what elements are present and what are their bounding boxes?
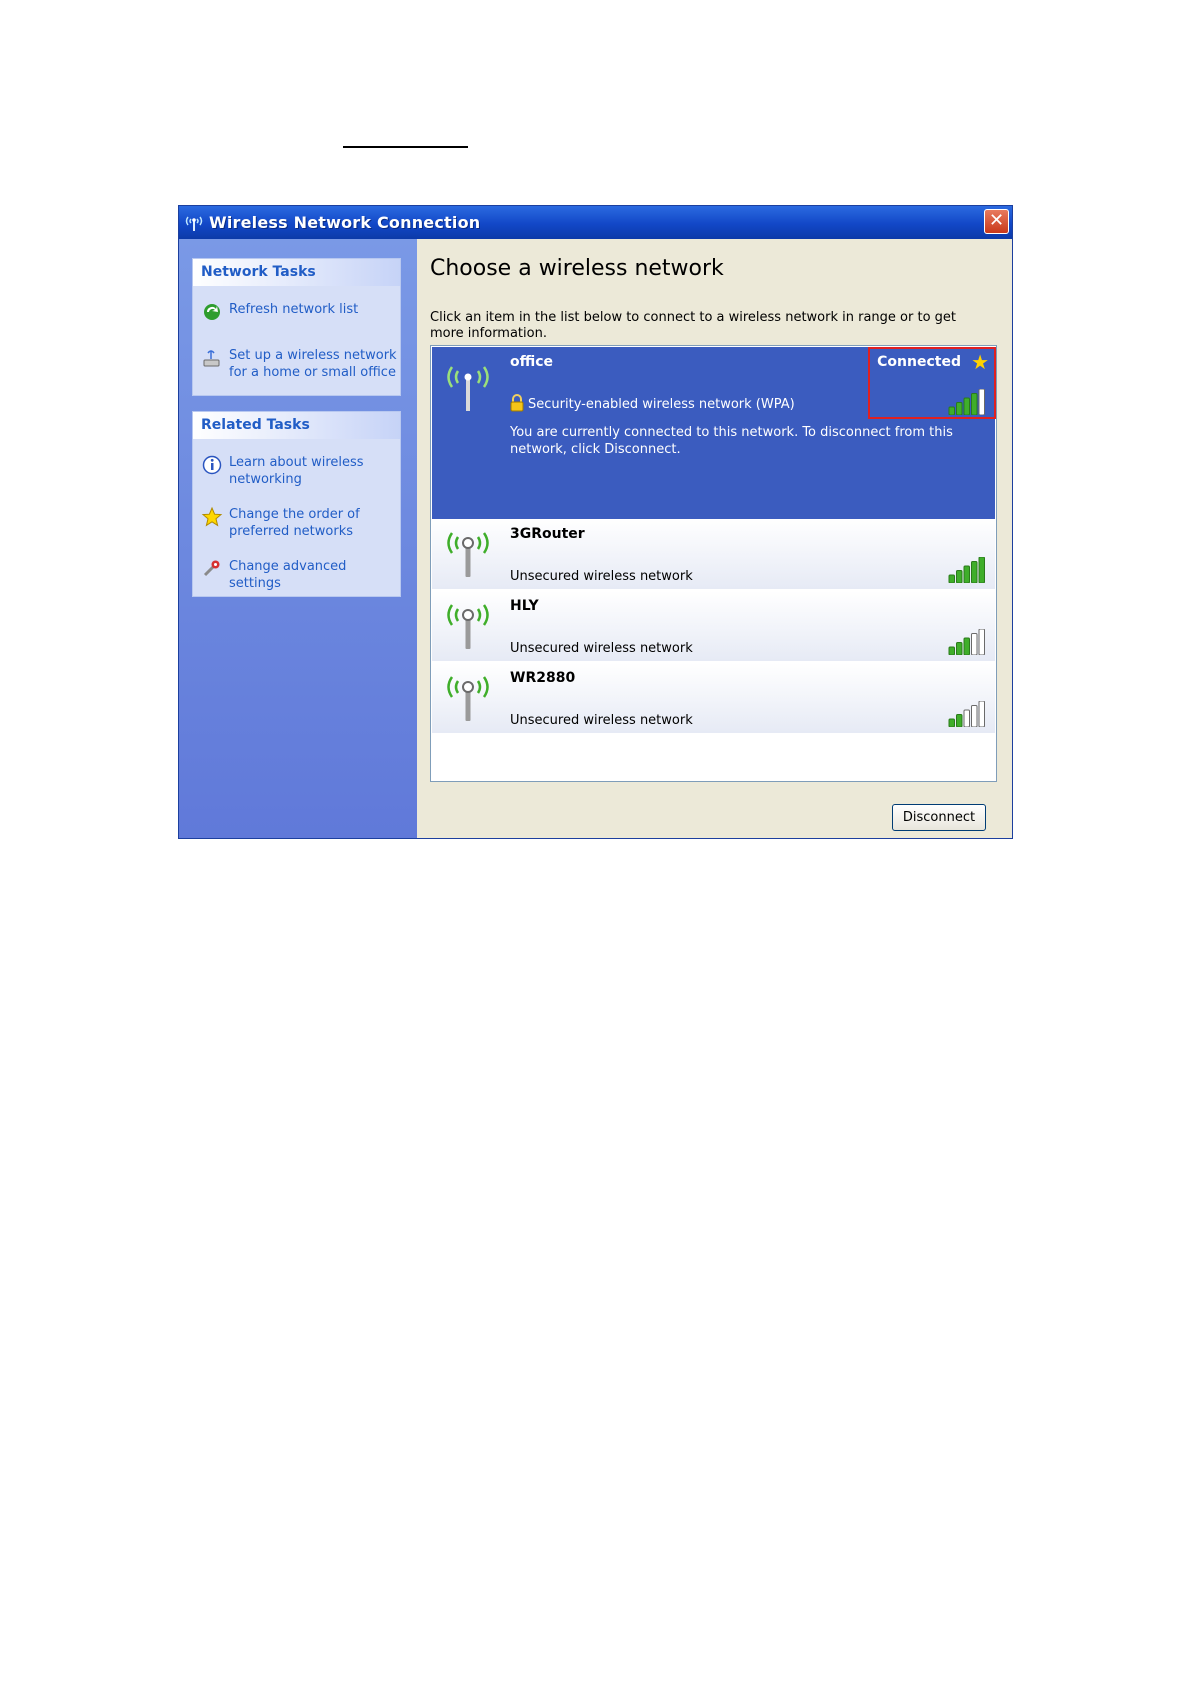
antenna-icon: [447, 532, 489, 577]
network-detail: You are currently connected to this netw…: [510, 425, 953, 457]
network-tasks-header[interactable]: Network Tasks: [193, 259, 400, 286]
wireless-icon: [185, 216, 203, 231]
network-security: Security-enabled wireless network (WPA): [528, 397, 795, 412]
network-item-wr2880[interactable]: WR2880 Unsecured wireless network: [432, 663, 995, 733]
signal-bar: [978, 557, 985, 583]
network-item-hly[interactable]: HLY Unsecured wireless network: [432, 591, 995, 661]
antenna-icon: [447, 676, 489, 721]
underline-mark: [343, 146, 468, 148]
title-bar[interactable]: Wireless Network Connection ✕: [179, 206, 1012, 239]
refresh-network-list-link[interactable]: Refresh network list: [201, 301, 399, 323]
change-order-preferred-link[interactable]: Change the order of preferred networks: [201, 506, 399, 540]
signal-bar: [948, 646, 955, 655]
signal-bar: [971, 561, 978, 583]
disconnect-button[interactable]: Disconnect: [892, 804, 986, 831]
signal-bar: [956, 642, 963, 655]
wireless-connection-window: Wireless Network Connection ✕ Network Ta…: [178, 205, 1013, 839]
signal-bar: [956, 570, 963, 583]
main-content: Choose a wireless network Click an item …: [417, 239, 1012, 838]
signal-strength-icon: [948, 701, 985, 727]
related-tasks-panel: Related Tasks Learn about wireless netwo…: [192, 411, 401, 597]
setup-wireless-network-label: Set up a wireless network for a home or …: [229, 348, 397, 380]
network-item-3grouter[interactable]: 3GRouter Unsecured wireless network: [432, 519, 995, 589]
signal-bar: [978, 629, 985, 655]
settings-icon: [203, 560, 220, 577]
star-icon: [201, 506, 223, 527]
network-list: office Security-enabled wireless network…: [430, 345, 997, 782]
connected-highlight-box: [868, 347, 996, 419]
close-icon: ✕: [988, 210, 1005, 231]
intro-text: Click an item in the list below to conne…: [430, 310, 957, 341]
refresh-icon: [204, 304, 220, 320]
signal-bar: [978, 701, 985, 727]
learn-about-wireless-link[interactable]: Learn about wireless networking: [201, 454, 399, 488]
learn-about-wireless-label: Learn about wireless networking: [229, 455, 364, 487]
signal-strength-icon: [948, 557, 985, 583]
close-button[interactable]: ✕: [984, 209, 1009, 234]
window-title: Wireless Network Connection: [209, 213, 481, 232]
setup-wireless-network-link[interactable]: Set up a wireless network for a home or …: [201, 347, 399, 381]
related-tasks-header[interactable]: Related Tasks: [193, 412, 400, 439]
network-name: 3GRouter: [510, 526, 585, 542]
network-security: Unsecured wireless network: [510, 713, 693, 728]
refresh-network-list-label: Refresh network list: [229, 302, 359, 317]
sidebar: Network Tasks Refresh network list Set u…: [179, 239, 417, 838]
network-security: Unsecured wireless network: [510, 641, 693, 656]
signal-bar: [971, 633, 978, 655]
network-security: Unsecured wireless network: [510, 569, 693, 584]
change-advanced-settings-label: Change advanced settings: [229, 559, 347, 591]
signal-bar: [971, 705, 978, 727]
signal-bar: [963, 637, 970, 655]
network-item-office[interactable]: office Security-enabled wireless network…: [432, 347, 996, 519]
signal-bar: [948, 718, 955, 727]
signal-strength-icon: [948, 629, 985, 655]
signal-bar: [956, 714, 963, 727]
signal-bar: [963, 709, 970, 727]
network-tasks-panel: Network Tasks Refresh network list Set u…: [192, 258, 401, 396]
antenna-icon: [447, 366, 489, 411]
network-name: HLY: [510, 598, 539, 614]
info-icon: [202, 455, 222, 475]
page-heading: Choose a wireless network: [430, 256, 724, 281]
antenna-icon: [447, 604, 489, 649]
change-order-preferred-label: Change the order of preferred networks: [229, 507, 360, 539]
change-advanced-settings-link[interactable]: Change advanced settings: [201, 558, 399, 592]
signal-bar: [963, 565, 970, 583]
signal-bar: [948, 574, 955, 583]
network-name: office: [510, 354, 554, 370]
setup-network-icon: [203, 350, 220, 367]
lock-icon: [510, 394, 524, 412]
network-name: WR2880: [510, 670, 576, 686]
